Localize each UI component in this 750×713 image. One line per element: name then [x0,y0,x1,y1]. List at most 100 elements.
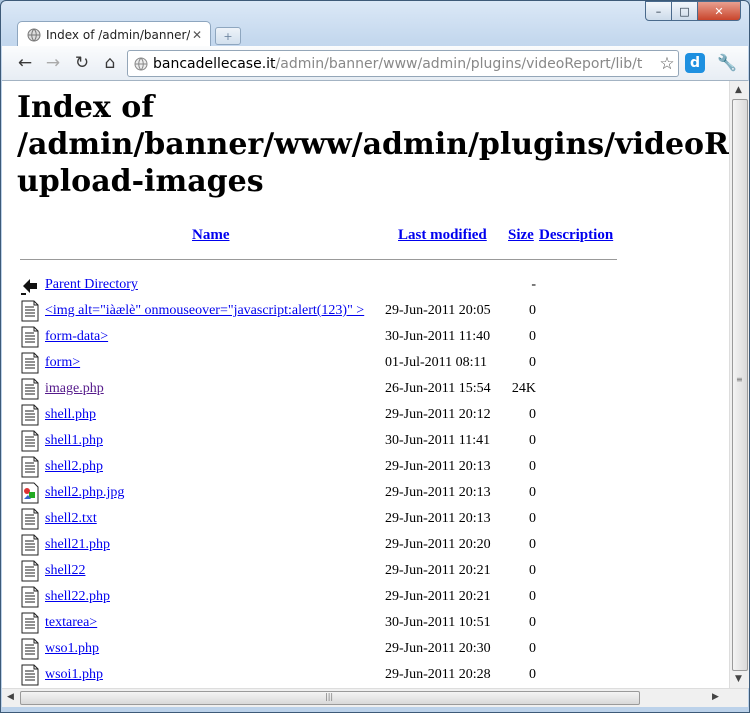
horizontal-scroll-thumb[interactable]: ||| [20,691,640,705]
file-row: wsoi1.php 29-Jun-2011 20:28 0 [20,664,640,688]
back-arrow-icon [20,274,40,296]
window-controls: – □ ✕ [645,1,741,21]
file-size: 0 [529,355,536,370]
last-modified: 29-Jun-2011 20:13 [385,511,491,526]
last-modified: 30-Jun-2011 10:51 [385,615,491,630]
extension-icon[interactable]: d [685,53,705,73]
text-file-icon [20,638,40,660]
forward-button[interactable]: → [44,54,62,72]
reload-button[interactable]: ↻ [73,54,91,72]
file-size: 0 [529,407,536,422]
horizontal-scrollbar[interactable]: ◀ ||| ▶ [2,688,748,707]
maximize-button[interactable]: □ [672,1,698,21]
image-file-icon [20,482,40,504]
file-link[interactable]: shell21.php [45,537,110,553]
file-link[interactable]: shell22 [45,563,85,579]
last-modified: 29-Jun-2011 20:05 [385,303,491,318]
url-text[interactable]: bancadellecase.it/admin/banner/www/admin… [153,56,656,72]
file-row: shell1.php 30-Jun-2011 11:41 0 [20,430,640,456]
address-bar[interactable]: bancadellecase.it/admin/banner/www/admin… [127,50,679,77]
sort-by-size-link[interactable]: Size [508,227,534,243]
text-file-icon [20,560,40,582]
file-size: 0 [529,329,536,344]
last-modified: 30-Jun-2011 11:40 [385,329,491,344]
globe-icon [27,28,41,41]
file-row: image.php 26-Jun-2011 15:54 24K [20,378,640,404]
home-button[interactable]: ⌂ [101,54,119,72]
text-file-icon [20,352,40,374]
vertical-scroll-thumb[interactable]: ≡ [732,99,748,671]
last-modified: 29-Jun-2011 20:28 [385,667,491,682]
file-row: shell2.php 29-Jun-2011 20:13 0 [20,456,640,482]
file-link[interactable]: shell22.php [45,589,110,605]
text-file-icon [20,508,40,530]
file-size: 0 [529,589,536,604]
text-file-icon [20,664,40,686]
file-link[interactable]: shell2.php [45,459,103,475]
file-row: shell22.php 29-Jun-2011 20:21 0 [20,586,640,612]
file-size: 0 [529,511,536,526]
sort-by-last-modified-link[interactable]: Last modified [398,227,487,243]
file-link[interactable]: <img alt="iàælè" onmouseover="javascript… [45,303,364,319]
file-row: form-data> 30-Jun-2011 11:40 0 [20,326,640,352]
file-link[interactable]: image.php [45,381,104,397]
last-modified: 30-Jun-2011 11:41 [385,433,491,448]
back-button[interactable]: ← [16,54,34,72]
scroll-up-icon[interactable]: ▲ [735,85,742,95]
file-link[interactable]: shell1.php [45,433,103,449]
file-link[interactable]: shell.php [45,407,96,423]
file-link[interactable]: shell2.txt [45,511,97,527]
file-link[interactable]: shell2.php.jpg [45,485,124,501]
file-size: 0 [529,485,536,500]
wrench-menu-icon[interactable]: 🔧 [717,53,737,73]
file-link[interactable]: Parent Directory [45,277,138,293]
file-row: shell21.php 29-Jun-2011 20:20 0 [20,534,640,560]
minimize-button[interactable]: – [645,1,672,21]
scroll-left-icon[interactable]: ◀ [7,692,14,702]
sort-by-description-link[interactable]: Description [539,227,613,243]
file-size: 0 [529,667,536,682]
text-file-icon [20,378,40,400]
file-row: shell22 29-Jun-2011 20:21 0 [20,560,640,586]
browser-tab[interactable]: Index of /admin/banner/\ ✕ [17,21,211,47]
bookmark-star-icon[interactable]: ☆ [656,54,678,74]
text-file-icon [20,586,40,608]
text-file-icon [20,326,40,348]
file-size: 0 [529,641,536,656]
page-icon [134,57,148,70]
scroll-down-icon[interactable]: ▼ [735,674,742,684]
file-row: shell.php 29-Jun-2011 20:12 0 [20,404,640,430]
close-window-button[interactable]: ✕ [698,1,741,21]
file-row: wso1.php 29-Jun-2011 20:30 0 [20,638,640,664]
file-row: <img alt="iàælè" onmouseover="javascript… [20,300,640,326]
file-link[interactable]: wsoi1.php [45,667,103,683]
file-link[interactable]: wso1.php [45,641,99,657]
last-modified: 29-Jun-2011 20:13 [385,459,491,474]
file-size: 0 [529,537,536,552]
text-file-icon [20,534,40,556]
file-size: 0 [529,433,536,448]
last-modified: 26-Jun-2011 15:54 [385,381,491,396]
last-modified: 29-Jun-2011 20:21 [385,589,491,604]
file-link[interactable]: form-data> [45,329,108,345]
new-tab-button[interactable]: + [215,27,241,45]
file-row: shell2.txt 29-Jun-2011 20:13 0 [20,508,640,534]
last-modified: 29-Jun-2011 20:30 [385,641,491,656]
tab-title: Index of /admin/banner/\ [46,27,190,42]
vertical-scrollbar[interactable]: ▲ ≡ ▼ [729,81,749,688]
file-row: shell2.php.jpg 29-Jun-2011 20:13 0 [20,482,640,508]
text-file-icon [20,612,40,634]
last-modified: 29-Jun-2011 20:12 [385,407,491,422]
file-link[interactable]: textarea> [45,615,97,631]
text-file-icon [20,404,40,426]
text-file-icon [20,430,40,452]
page-title: Index of/admin/banner/www/admin/plugins/… [17,89,729,200]
header-divider [20,259,617,260]
file-row: textarea> 30-Jun-2011 10:51 0 [20,612,640,638]
file-size: 0 [529,563,536,578]
file-link[interactable]: form> [45,355,80,371]
file-size: 24K [511,381,536,396]
scroll-right-icon[interactable]: ▶ [712,692,719,702]
sort-by-name-link[interactable]: Name [192,227,230,243]
close-tab-icon[interactable]: ✕ [190,28,204,42]
